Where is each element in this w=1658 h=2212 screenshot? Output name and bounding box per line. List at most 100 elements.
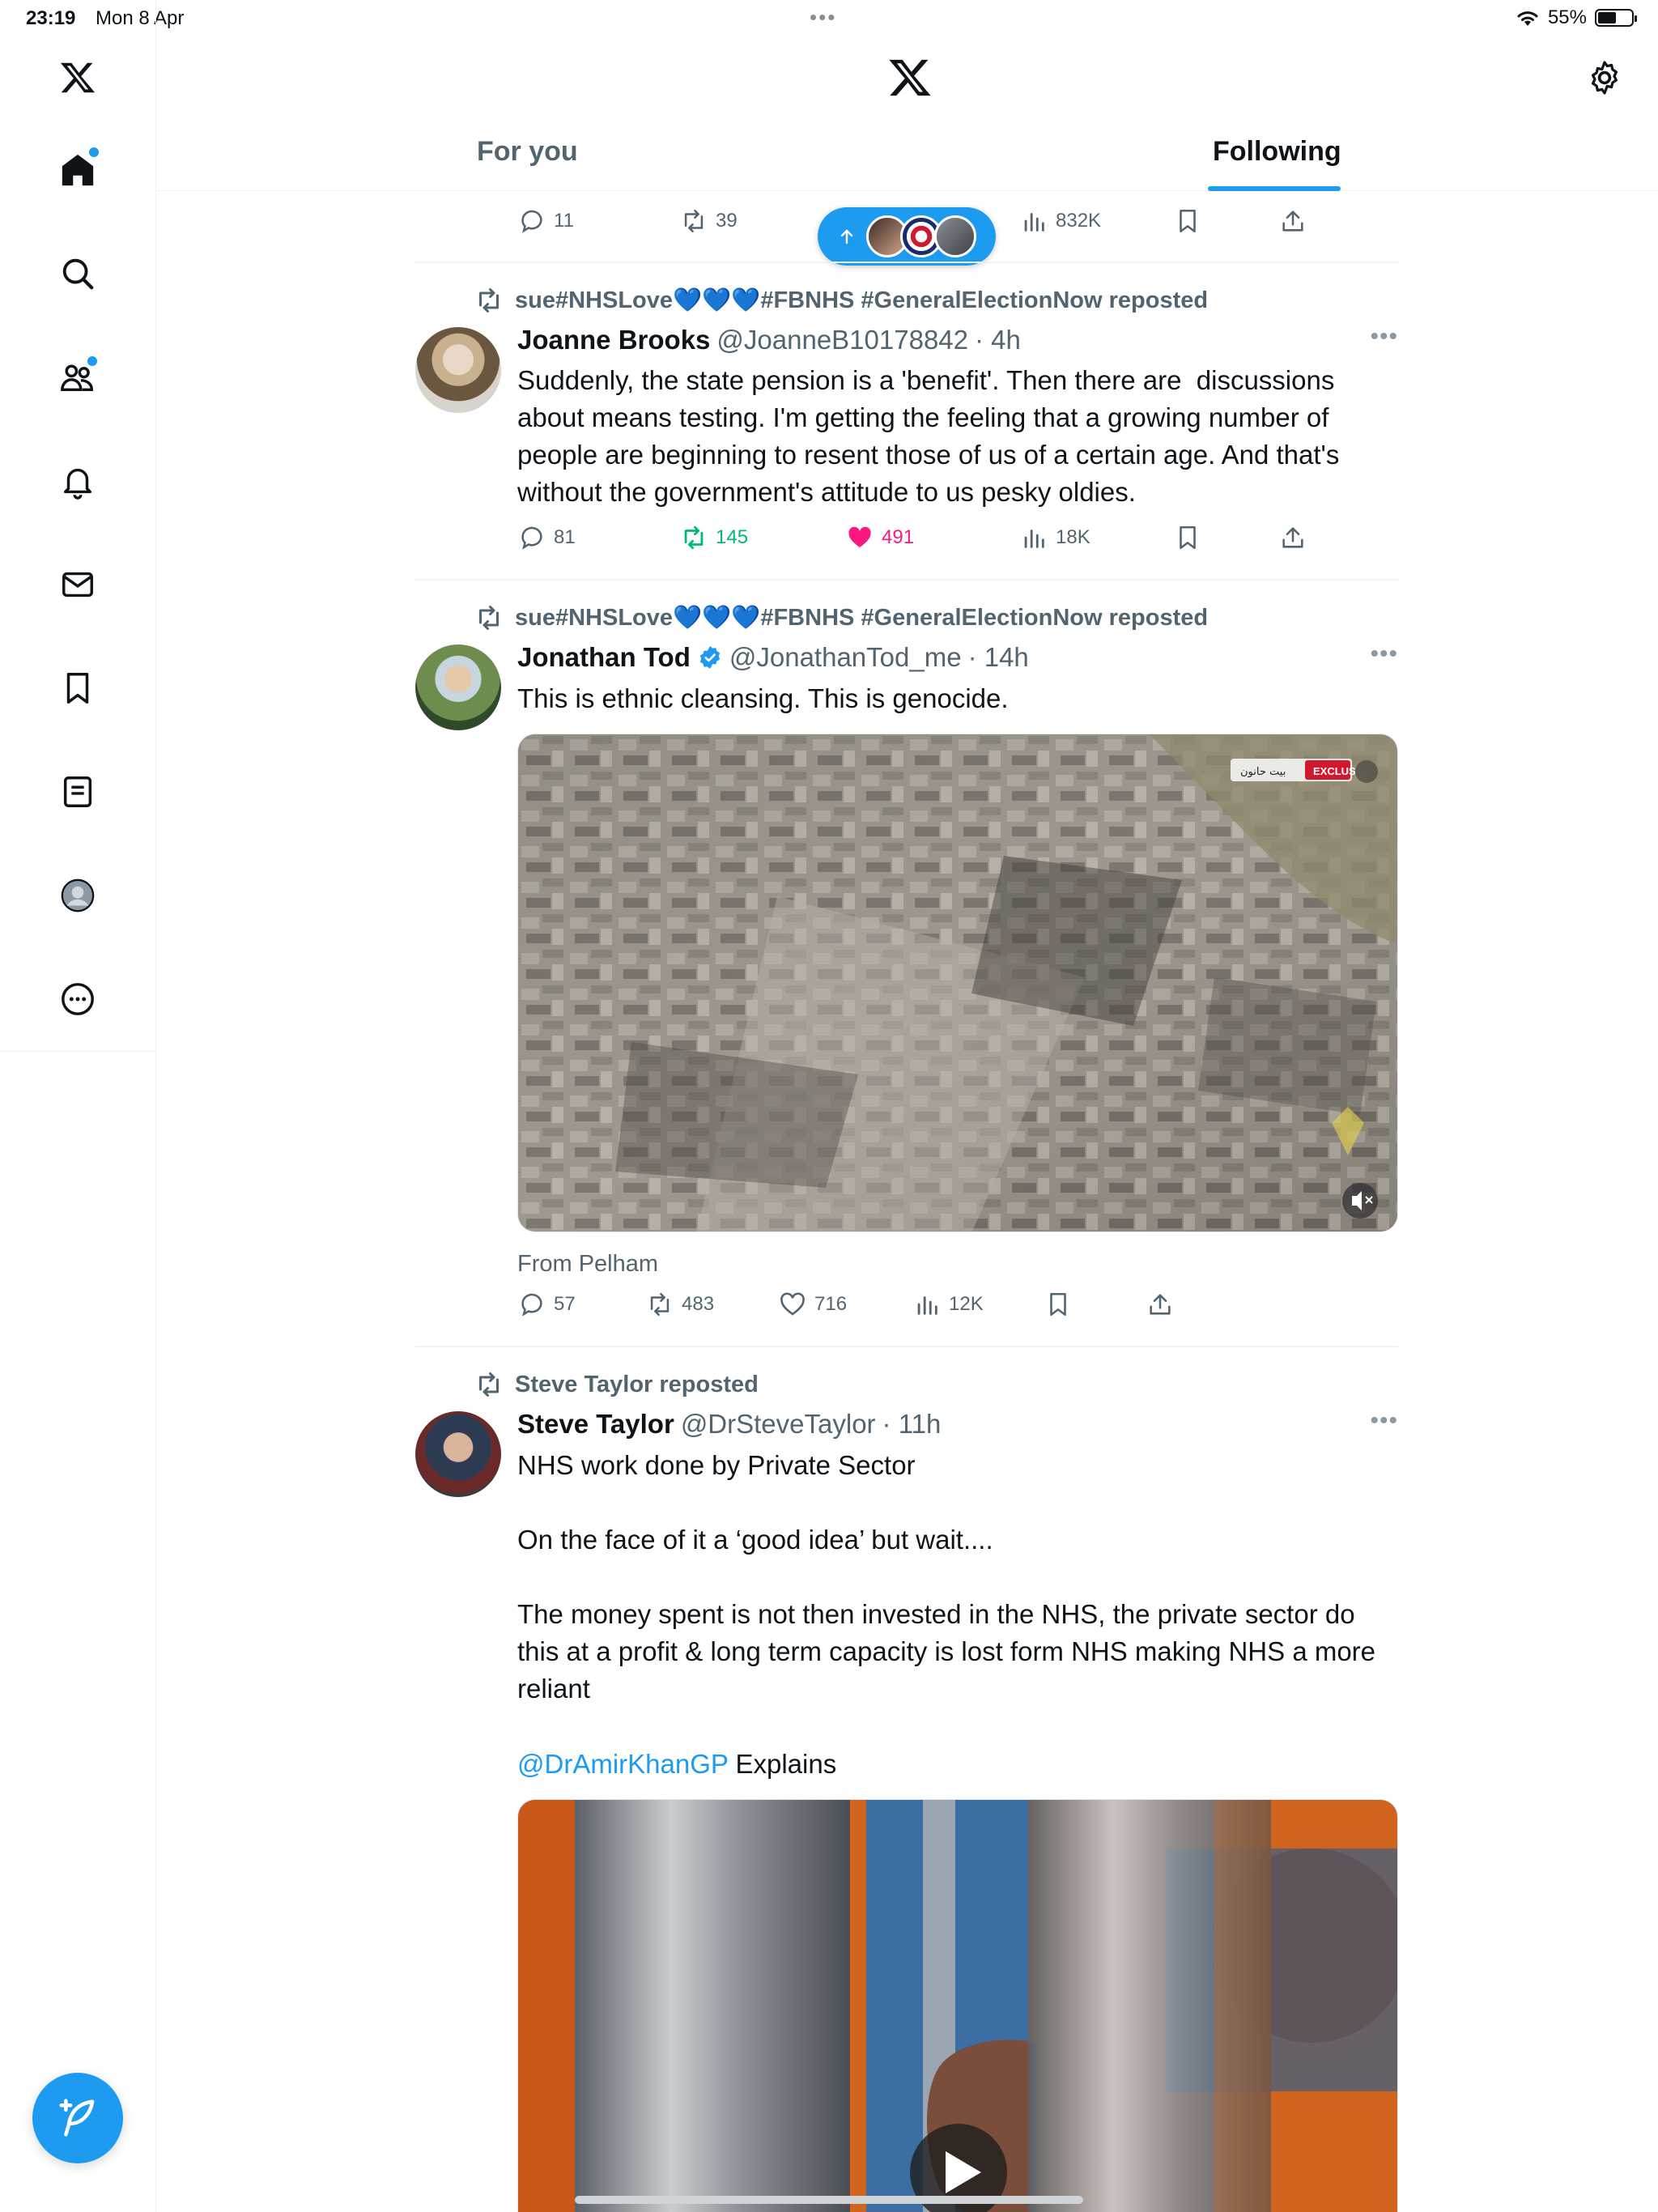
x-logo-icon[interactable]	[53, 53, 102, 102]
repost-button[interactable]: 145	[680, 524, 748, 551]
bookmark-icon	[1180, 525, 1196, 550]
messages-icon[interactable]	[53, 560, 102, 609]
multitasking-dots[interactable]: •••	[810, 5, 836, 30]
avatar[interactable]	[415, 1411, 501, 1497]
tweet-actions: 81 145 491 18K	[518, 524, 1399, 559]
tweet-video[interactable]	[517, 1799, 1398, 2212]
view-count: 12K	[949, 1293, 984, 1315]
share-button[interactable]	[1279, 207, 1307, 235]
mention-link[interactable]: @DrAmirKhanGP	[517, 1749, 728, 1779]
app-root: 23:19 Mon 8 Apr ••• 55% For you Followin…	[0, 0, 1658, 2212]
lists-icon[interactable]	[53, 768, 102, 816]
author-name[interactable]: Joanne Brooks	[517, 325, 710, 355]
repost-icon	[684, 525, 704, 550]
reply-button[interactable]: 57	[518, 1291, 576, 1318]
bookmark-button[interactable]	[1174, 524, 1201, 551]
reply-icon	[521, 1293, 542, 1317]
bookmarks-icon[interactable]	[53, 664, 102, 713]
settings-gear-icon[interactable]	[1585, 58, 1624, 97]
tweet-text-line-2: On the face of it a ‘good idea’ but wait…	[517, 1525, 993, 1555]
tweet-separator	[415, 1346, 1398, 1347]
author-handle[interactable]: @JoanneB10178842	[716, 325, 968, 355]
repost-attribution-text: sue#NHSLove💙💙💙#FBNHS #GeneralElectionNow…	[515, 287, 1209, 313]
battery-percent: 55%	[1547, 6, 1587, 28]
communities-badge-dot	[87, 356, 97, 366]
home-indicator[interactable]	[575, 2196, 1083, 2204]
tweet-more-icon[interactable]: •••	[1370, 323, 1398, 351]
tweet-author-line: Jonathan Tod @JonathanTod_me · 14h	[517, 642, 1029, 673]
repost-button[interactable]: 39	[680, 207, 738, 235]
tweet-actions: 57 483 716 12K	[518, 1291, 1399, 1326]
repost-attribution-text: Steve Taylor reposted	[515, 1371, 759, 1397]
bookmark-button[interactable]	[1174, 207, 1201, 235]
views-chart-icon	[1024, 530, 1044, 548]
home-icon[interactable]	[53, 146, 102, 194]
share-icon	[1282, 211, 1303, 232]
views-button[interactable]: 18K	[1020, 524, 1090, 551]
repost-attribution[interactable]: Steve Taylor reposted	[474, 1370, 759, 1399]
video-exclusive-badge: EXCLUS	[1313, 765, 1356, 777]
repost-button[interactable]: 483	[646, 1291, 714, 1318]
x-logo-icon[interactable]	[886, 55, 934, 100]
repost-icon	[479, 1372, 499, 1397]
share-icon	[1282, 527, 1303, 548]
author-handle[interactable]: @JonathanTod_me	[729, 642, 962, 673]
views-button[interactable]: 832K	[1020, 207, 1101, 235]
share-button[interactable]	[1146, 1291, 1174, 1318]
share-button[interactable]	[1279, 524, 1307, 551]
like-count: 716	[814, 1293, 848, 1315]
tab-for-you[interactable]: For you	[477, 136, 578, 168]
bookmark-icon	[1050, 1292, 1066, 1317]
repost-icon	[650, 1292, 670, 1317]
tweet-video[interactable]: EXCLUS بيت حانون	[517, 734, 1398, 1232]
avatar[interactable]	[415, 327, 501, 413]
author-name[interactable]: Jonathan Tod	[517, 642, 691, 673]
repost-attribution[interactable]: sue#NHSLove💙💙💙#FBNHS #GeneralElectionNow…	[474, 603, 1208, 632]
bookmark-button[interactable]	[1044, 1291, 1072, 1318]
reply-button[interactable]: 81	[518, 524, 576, 551]
tab-following[interactable]: Following	[1213, 136, 1341, 168]
tweet-time[interactable]: · 11h	[882, 1409, 942, 1440]
tweet-text-mention-line: @DrAmirKhanGP Explains	[517, 1746, 1398, 1783]
notifications-icon[interactable]	[53, 457, 102, 505]
tweet-more-icon[interactable]: •••	[1370, 640, 1398, 668]
repost-attribution-text: sue#NHSLove💙💙💙#FBNHS #GeneralElectionNow…	[515, 605, 1209, 631]
like-button[interactable]: 716	[779, 1291, 847, 1318]
reply-icon	[521, 210, 542, 233]
bookmark-icon	[1180, 209, 1196, 233]
tweet-time[interactable]: · 14h	[968, 642, 1029, 673]
like-button[interactable]: 491	[846, 524, 914, 551]
views-chart-icon	[917, 1296, 937, 1315]
search-icon[interactable]	[53, 249, 102, 298]
heart-filled-icon	[848, 526, 871, 548]
tweet-separator	[415, 262, 1398, 263]
compose-post-button[interactable]	[32, 2073, 123, 2163]
author-name[interactable]: Steve Taylor	[517, 1409, 674, 1440]
author-handle[interactable]: @DrSteveTaylor	[681, 1409, 876, 1440]
communities-icon[interactable]	[53, 353, 102, 402]
profile-icon[interactable]	[53, 871, 102, 920]
reply-count: 11	[554, 210, 574, 232]
reply-icon	[521, 526, 542, 550]
views-button[interactable]: 12K	[913, 1291, 984, 1318]
tweet-author-line: Steve Taylor @DrSteveTaylor · 11h	[517, 1409, 941, 1440]
video-frame-rubble: EXCLUS بيت حانون	[518, 734, 1397, 1231]
timeline-header: For you Following	[157, 39, 1658, 191]
sidebar	[0, 0, 156, 2212]
reply-button[interactable]: 11	[518, 207, 574, 235]
repost-icon	[684, 209, 704, 233]
view-count: 832K	[1056, 210, 1102, 232]
more-icon[interactable]	[53, 975, 102, 1023]
tweet-time[interactable]: · 4h	[975, 325, 1021, 355]
battery-fill	[1598, 12, 1616, 23]
like-count: 491	[882, 526, 915, 548]
tweet-text: Suddenly, the state pension is a 'benefi…	[517, 365, 1347, 507]
repost-attribution[interactable]: sue#NHSLove💙💙💙#FBNHS #GeneralElectionNow…	[474, 286, 1208, 315]
avatar[interactable]	[415, 644, 501, 730]
repost-icon	[479, 606, 499, 630]
from-attribution[interactable]: From Pelham	[517, 1251, 658, 1278]
tweet-actions: 11 39 832K	[518, 207, 1399, 243]
video-location-badge: بيت حانون	[1240, 766, 1286, 778]
tweet-more-icon[interactable]: •••	[1370, 1407, 1398, 1435]
sidebar-divider	[0, 1051, 156, 1052]
